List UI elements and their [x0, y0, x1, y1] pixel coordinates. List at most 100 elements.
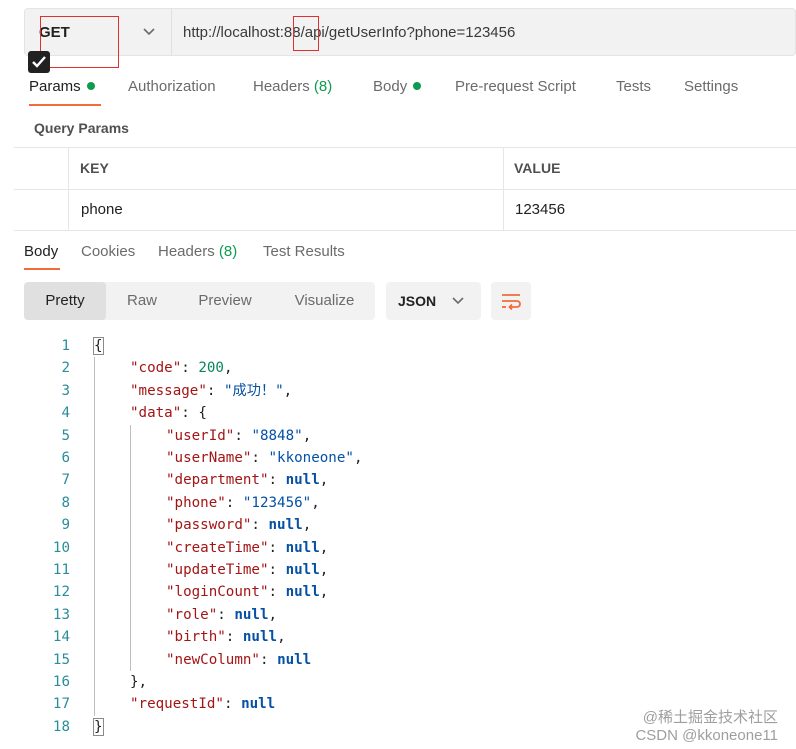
code-text: { — [93, 335, 104, 357]
watermark-line-1: @稀土掘金技术社区 — [642, 709, 778, 726]
code-token: , — [319, 539, 329, 556]
code-text: "phone": "123456", — [166, 492, 320, 514]
line-number: 4 — [61, 405, 70, 422]
query-params-table: KEY VALUE phone 123456 — [14, 147, 796, 231]
code-line: 15 "newColumn": null — [0, 649, 796, 671]
code-line: 1{ — [0, 335, 796, 357]
tab-settings[interactable]: Settings — [684, 70, 738, 104]
code-token: , — [268, 606, 278, 623]
tab-label: Tests — [616, 78, 652, 95]
code-line: 16}, — [0, 671, 796, 693]
active-dot-icon — [86, 82, 95, 90]
code-token: }, — [130, 674, 148, 690]
divider — [14, 189, 796, 190]
tab-label: Authorization — [128, 78, 216, 95]
code-token: "loginCount" — [166, 584, 269, 601]
highlight-box-port — [293, 16, 319, 51]
code-token: "data" — [130, 405, 182, 422]
response-tab-headers[interactable]: Headers (8) — [158, 240, 237, 264]
tab-label: Params — [29, 78, 81, 95]
tab-label: Pre-request Script — [455, 78, 576, 95]
code-token: : { — [181, 405, 207, 422]
tab-label: Body — [373, 78, 408, 95]
url-input[interactable]: http://localhost:88/api/getUserInfo?phon… — [183, 9, 515, 55]
tab-tests[interactable]: Tests — [616, 70, 651, 104]
code-token: : — [223, 696, 242, 713]
tab-authorization[interactable]: Authorization — [128, 70, 216, 104]
response-tab-body[interactable]: Body — [24, 240, 58, 264]
code-line: 10 "createTime": null, — [0, 537, 796, 559]
code-token: : — [268, 539, 286, 556]
divider — [503, 148, 504, 230]
view-mode-visualize[interactable]: Visualize — [282, 282, 367, 320]
code-token: null — [285, 472, 320, 489]
code-line: 7 "department": null, — [0, 469, 796, 491]
param-value-cell[interactable]: 123456 — [515, 190, 565, 230]
code-line: 8 "phone": "123456", — [0, 492, 796, 514]
code-token: , — [319, 584, 329, 601]
code-token: , — [283, 382, 293, 399]
code-token: : — [206, 382, 224, 399]
format-select[interactable]: JSON — [386, 282, 481, 320]
tab-headers[interactable]: Headers (8) — [253, 70, 332, 104]
code-token: : — [217, 606, 235, 623]
code-token: , — [277, 629, 286, 646]
code-token: "role" — [166, 606, 218, 623]
response-tab-test-results[interactable]: Test Results — [263, 240, 345, 264]
code-token: : — [225, 629, 243, 646]
view-mode-raw[interactable]: Raw — [112, 282, 172, 320]
tab-pre-request-script[interactable]: Pre-request Script — [455, 70, 576, 104]
code-text: "requestId": null — [130, 693, 275, 715]
code-text: "role": null, — [166, 604, 277, 626]
code-token: "createTime" — [166, 539, 269, 556]
tab-label: Test Results — [263, 243, 345, 260]
line-number: 2 — [61, 360, 70, 377]
checkmark-icon — [32, 56, 46, 68]
line-number: 5 — [61, 427, 70, 444]
line-number: 15 — [52, 651, 70, 668]
tab-count: (8) — [218, 243, 238, 260]
code-token: "userName" — [166, 450, 252, 466]
code-text: } — [93, 716, 104, 738]
code-text: "newColumn": null — [166, 649, 311, 671]
code-token: null — [234, 606, 269, 623]
code-text: "createTime": null, — [166, 537, 328, 559]
request-tabs: Params Authorization Headers (8) Body Pr… — [0, 70, 796, 106]
code-text: "password": null, — [166, 514, 311, 536]
code-token: "requestId" — [130, 696, 224, 713]
code-token: "phone" — [166, 494, 226, 511]
divider — [171, 9, 172, 55]
code-token: "kkoneone" — [268, 450, 354, 466]
code-token: : — [268, 584, 286, 601]
code-line: 12 "loginCount": null, — [0, 581, 796, 603]
code-line: 4 "data": { — [0, 402, 796, 424]
line-number: 16 — [52, 674, 70, 690]
active-tab-underline — [29, 104, 101, 106]
param-key-cell[interactable]: phone — [81, 190, 123, 230]
query-params-title: Query Params — [34, 120, 129, 136]
line-number: 1 — [61, 338, 70, 354]
code-text: "message": "成功！", — [130, 380, 292, 402]
line-number: 9 — [61, 517, 70, 534]
code-text: "code": 200, — [130, 357, 233, 379]
tab-params[interactable]: Params — [29, 70, 95, 104]
format-label: JSON — [398, 293, 437, 309]
code-text: "updateTime": null, — [166, 559, 328, 581]
code-token: null — [277, 651, 312, 668]
code-text: "birth": null, — [166, 626, 286, 648]
code-token: "成功！" — [223, 382, 284, 399]
line-number: 13 — [52, 606, 70, 623]
response-tab-cookies[interactable]: Cookies — [81, 240, 135, 264]
wrap-lines-button[interactable] — [491, 282, 531, 320]
code-token: : — [181, 360, 199, 377]
code-text: "userId": "8848", — [166, 425, 311, 447]
tab-label: Headers — [253, 78, 310, 95]
divider — [68, 148, 69, 230]
tab-body[interactable]: Body — [373, 70, 422, 104]
line-number: 18 — [52, 718, 70, 735]
param-enabled-checkbox[interactable] — [28, 51, 50, 73]
code-token: 200 — [198, 360, 224, 377]
view-mode-preview[interactable]: Preview — [184, 282, 266, 320]
view-mode-pretty[interactable]: Pretty — [24, 282, 106, 320]
column-header-key: KEY — [80, 160, 109, 176]
